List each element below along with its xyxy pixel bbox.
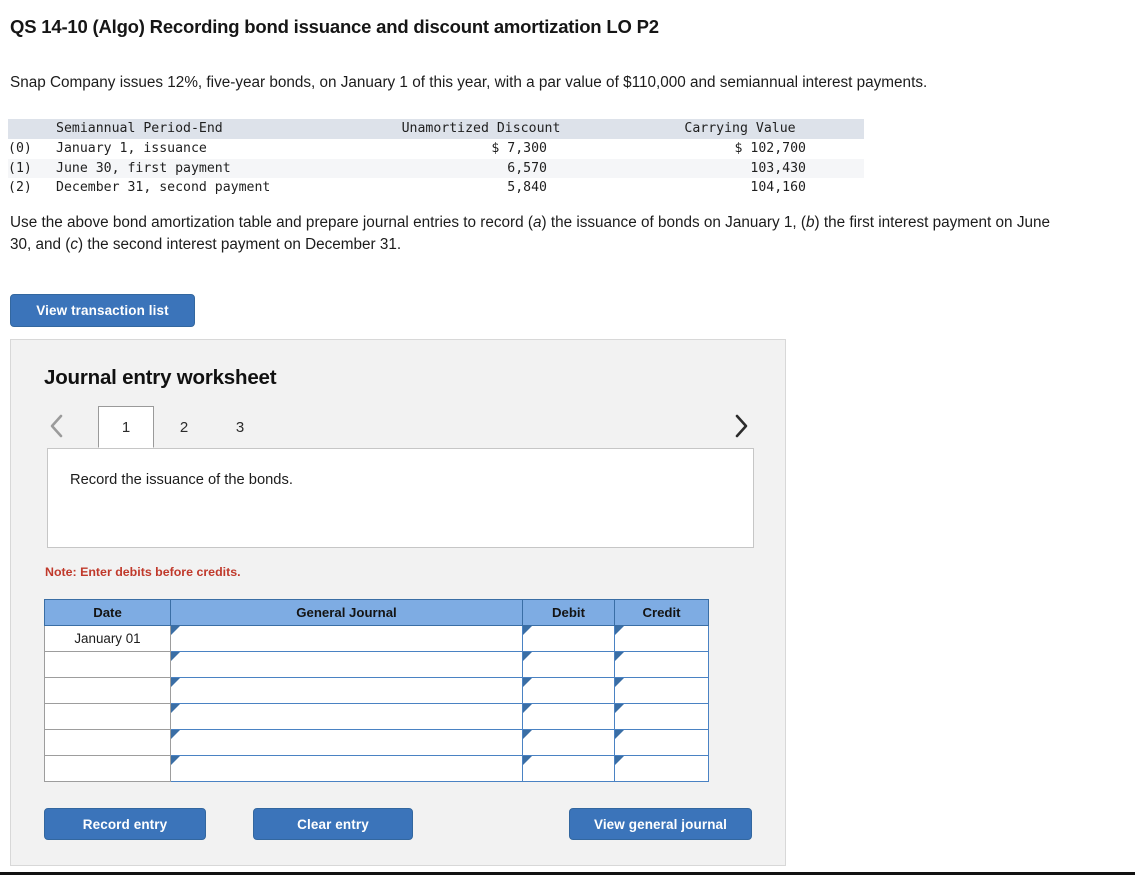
journal-date-cell[interactable] [44,729,171,756]
journal-credit-cell[interactable] [614,755,709,782]
worksheet-tabstrip: 1 2 3 [44,406,754,448]
clear-entry-button[interactable]: Clear entry [253,808,413,840]
journal-credit-cell[interactable] [614,651,709,678]
tab-2[interactable]: 2 [156,406,212,448]
amortization-header-period-end: Semiannual Period-End [56,119,346,139]
journal-account-cell[interactable] [170,651,523,678]
journal-entry-table: Date General Journal Debit Credit Januar… [44,599,709,782]
journal-header-row: Date General Journal Debit Credit [44,599,709,626]
page-root: QS 14-10 (Algo) Recording bond issuance … [0,0,1135,876]
amortization-value-discount: $ 7,300 [491,140,547,156]
amortization-table-head: Semiannual Period-End Unamortized Discou… [8,119,864,139]
amortization-cell-discount: 6,570 [346,158,616,179]
requirement-text: Record the issuance of the bonds. [70,472,293,488]
journal-header-date: Date [44,599,171,626]
amortization-header-unamortized-discount: Unamortized Discount [346,119,616,139]
journal-debit-cell[interactable] [522,729,615,756]
question-title: QS 14-10 (Algo) Recording bond issuance … [10,16,659,37]
journal-credit-cell[interactable] [614,625,709,652]
table-row: (0) January 1, issuance $ 7,300 $ 102,70… [8,139,864,159]
journal-credit-cell[interactable] [614,677,709,704]
amortization-cell-discount: 5,840 [346,178,616,198]
amortization-cell-period-end: December 31, second payment [56,180,271,196]
table-row [44,729,709,756]
amortization-cell-index: (2) [8,180,32,196]
journal-account-cell[interactable] [170,625,523,652]
amortization-value-carrying: 103,430 [750,160,806,176]
question-intro: Snap Company issues 12%, five-year bonds… [10,74,928,91]
tab-1[interactable]: 1 [98,406,154,448]
amortization-table-body: (0) January 1, issuance $ 7,300 $ 102,70… [8,139,864,198]
chevron-right-icon[interactable] [728,410,754,442]
journal-debit-cell[interactable] [522,703,615,730]
record-entry-button[interactable]: Record entry [44,808,206,840]
amortization-cell-index: (1) [8,158,56,179]
table-row: January 01 [44,625,709,652]
journal-credit-cell[interactable] [614,729,709,756]
amortization-header-row: Semiannual Period-End Unamortized Discou… [8,119,864,139]
requirement-box: Record the issuance of the bonds. [47,448,754,548]
table-row: (2) December 31, second payment 5,840 10… [8,178,864,198]
tab-3[interactable]: 3 [212,406,268,448]
bottom-divider [0,872,1135,875]
debits-before-credits-note: Note: Enter debits before credits. [45,565,241,579]
view-transaction-list-button[interactable]: View transaction list [10,294,195,327]
table-row [44,651,709,678]
journal-credit-cell[interactable] [614,703,709,730]
journal-account-cell[interactable] [170,755,523,782]
amortization-cell-discount: $ 7,300 [346,139,616,159]
amortization-value-discount: 5,840 [507,180,547,196]
journal-date-cell[interactable] [44,703,171,730]
view-general-journal-button[interactable]: View general journal [569,808,752,840]
table-row [44,677,709,704]
journal-table-body: January 01 [44,625,709,782]
journal-date-cell[interactable] [44,651,171,678]
journal-date-cell[interactable] [44,755,171,782]
amortization-table: Semiannual Period-End Unamortized Discou… [8,119,864,198]
journal-debit-cell[interactable] [522,651,615,678]
question-instruction: Use the above bond amortization table an… [10,212,1070,256]
worksheet-title: Journal entry worksheet [44,366,277,389]
journal-account-cell[interactable] [170,703,523,730]
journal-debit-cell[interactable] [522,755,615,782]
journal-debit-cell[interactable] [522,625,615,652]
journal-date-cell[interactable]: January 01 [44,625,171,652]
journal-debit-cell[interactable] [522,677,615,704]
amortization-value-discount: 6,570 [507,160,547,176]
journal-header-credit: Credit [614,599,709,626]
journal-header-general-journal: General Journal [170,599,523,626]
instruction-part-4: ) the second interest payment on Decembe… [78,236,402,253]
chevron-left-icon[interactable] [44,410,70,442]
journal-entry-worksheet-panel: Journal entry worksheet 1 2 3 Record the… [10,339,786,866]
amortization-cell-index: (0) [8,140,32,156]
amortization-value-carrying: $ 102,700 [734,140,806,156]
amortization-cell-period-end: January 1, issuance [56,140,207,156]
journal-account-cell[interactable] [170,729,523,756]
amortization-header-index [8,119,56,139]
journal-header-debit: Debit [522,599,615,626]
amortization-value-carrying: 104,160 [750,180,806,196]
amortization-header-carrying-value: Carrying Value [616,119,864,139]
instruction-part-2: ) the issuance of bonds on January 1, ( [541,214,806,231]
amortization-cell-carrying: 104,160 [616,178,864,198]
instruction-part-1: Use the above bond amortization table an… [10,214,533,231]
table-row [44,703,709,730]
instruction-label-c: c [70,236,79,253]
amortization-cell-carrying: $ 102,700 [616,139,864,159]
amortization-cell-period-end: June 30, first payment [56,158,346,179]
table-row: (1) June 30, first payment 6,570 103,430 [8,158,864,179]
table-row [44,755,709,782]
journal-date-cell[interactable] [44,677,171,704]
journal-account-cell[interactable] [170,677,523,704]
journal-table-head: Date General Journal Debit Credit [44,599,709,626]
amortization-cell-carrying: 103,430 [616,158,864,179]
